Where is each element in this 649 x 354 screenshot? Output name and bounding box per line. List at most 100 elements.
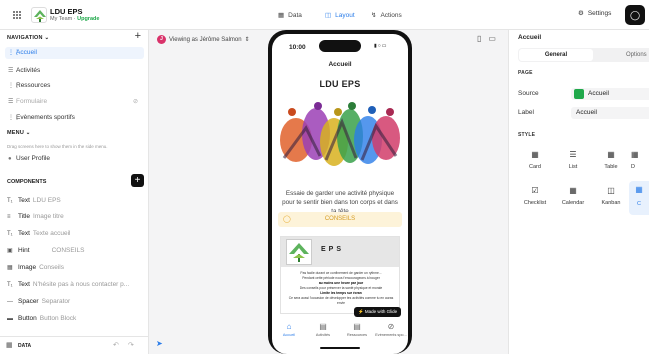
sidebar-item-ressources[interactable]: ⋮⋮ Ressources: [5, 80, 144, 92]
label-label: Label: [518, 109, 534, 116]
component-text[interactable]: T₁ Text N'hésite pas à nous contacter p...: [7, 279, 143, 291]
menu-hint: Drag screens here to show them in the si…: [7, 144, 108, 149]
sidebar-item-label: Formulaire: [16, 98, 48, 105]
source-select[interactable]: Accueil: [571, 88, 649, 100]
style-checklist[interactable]: ☑ Checklist: [517, 186, 553, 206]
component-button[interactable]: ▬ Button Button Block: [7, 313, 143, 325]
dynamic-island: [319, 40, 361, 52]
upgrade-link[interactable]: Upgrade: [77, 16, 99, 22]
component-spacer[interactable]: — Spacer Separator: [7, 296, 143, 308]
eye-off-icon[interactable]: ⊘: [133, 96, 138, 108]
screen-icon: ⋮⋮: [8, 50, 20, 56]
layout-icon: ◫: [325, 12, 332, 19]
tab-data[interactable]: ▦ Data: [278, 9, 302, 21]
phone-tab-evenements[interactable]: ⊘ Evènements spo...: [375, 319, 407, 344]
add-component-button[interactable]: +: [131, 174, 144, 187]
sidebar-item-activites[interactable]: ☰ Activités: [5, 65, 144, 77]
text-icon: T₁: [7, 231, 13, 237]
viewing-as-selector[interactable]: J Viewing as Jérôme Salmon ⇕: [157, 35, 250, 44]
source-value: Accueil: [588, 90, 609, 97]
left-panel: NAVIGATION ⌄ + ⋮⋮ Accueil ☰ Activités ⋮⋮ Re…: [0, 30, 149, 354]
list-icon: ☰: [569, 150, 577, 159]
tab-layout[interactable]: ◫ Layout: [325, 9, 355, 21]
screen-icon: ⋮⋮: [8, 115, 20, 121]
sidebar-item-evenements[interactable]: ⋮⋮ Evènements sportifs: [5, 112, 144, 124]
home-icon: ⌂: [286, 322, 292, 331]
style-custom-selected[interactable]: ▦ C: [629, 181, 649, 215]
list-icon: ☰: [8, 68, 14, 74]
sheet-icon: [574, 89, 584, 99]
text-icon: T₁: [7, 198, 13, 204]
undo-icon[interactable]: ↶: [113, 337, 119, 354]
style-table[interactable]: ▦ Table: [593, 150, 629, 170]
right-panel: Accueil General Options PAGE Source Accu…: [508, 30, 649, 354]
sidebar-item-accueil[interactable]: ⋮⋮ Accueil: [5, 47, 144, 59]
device-switcher: ▯ ▭: [477, 34, 496, 43]
sidebar-item-label: Evènements sportifs: [16, 114, 75, 121]
sports-hero-image[interactable]: [276, 98, 404, 178]
kanban-icon: ◫: [607, 186, 615, 195]
card-eps-title: EPS: [321, 246, 345, 253]
table-icon: ▦: [278, 12, 285, 19]
text-icon: T₁: [7, 282, 13, 288]
phone-tab-ressources[interactable]: ▤ Ressources: [341, 319, 373, 344]
add-screen-button[interactable]: +: [135, 30, 141, 42]
eps-logo: [286, 239, 312, 265]
style-calendar[interactable]: ▦ Calendar: [555, 186, 591, 206]
component-text[interactable]: T₁ Text Texte accueil: [7, 228, 143, 240]
style-card[interactable]: ▦ Card: [517, 150, 553, 170]
navigation-header[interactable]: NAVIGATION ⌄: [7, 35, 49, 41]
phone-tab-activites[interactable]: ▤ Activités: [307, 319, 339, 344]
grid-icon: ▦: [631, 150, 639, 159]
style-kanban[interactable]: ◫ Kanban: [593, 186, 629, 206]
redo-icon[interactable]: ↷: [128, 337, 134, 354]
tablet-device-icon[interactable]: ▭: [488, 34, 496, 43]
component-text[interactable]: T₁ Text LDU EPS: [7, 195, 143, 207]
style-data-grid[interactable]: ▦ D: [631, 150, 649, 170]
card-header: EPS: [281, 237, 399, 267]
component-image[interactable]: ▦ Image Conseils: [7, 262, 143, 274]
label-input[interactable]: Accueil: [571, 107, 649, 119]
document-icon: ▤: [353, 322, 361, 331]
cursor-icon[interactable]: ➤: [156, 339, 163, 348]
app-logo[interactable]: [31, 7, 47, 23]
tab-general[interactable]: General: [519, 49, 593, 61]
book-icon: ▤: [319, 322, 327, 331]
app-name[interactable]: LDU EPS: [50, 7, 83, 16]
component-hint[interactable]: ▣ Hint CONSEILS: [7, 245, 143, 257]
table-icon: ▦: [6, 342, 13, 349]
conseils-image-card[interactable]: EPS Pas facile durant ce confinement de …: [280, 236, 400, 314]
made-with-glide-badge[interactable]: ⚡ Made with Glide: [354, 307, 402, 317]
page-section-title: PAGE: [518, 70, 533, 76]
style-list[interactable]: ☰ List: [555, 150, 591, 170]
tab-actions[interactable]: ↯ Actions: [371, 9, 402, 21]
sidebar-item-formulaire[interactable]: ☰ Formulaire ⊘: [5, 96, 144, 108]
spacer-icon: —: [7, 299, 13, 305]
apps-grid-icon[interactable]: [13, 11, 21, 19]
phone-device-icon[interactable]: ▯: [477, 34, 481, 43]
card-body-text: Pas facile durant ce confinement de gard…: [288, 271, 394, 305]
phone-tab-accueil[interactable]: ⌂ Accueil: [273, 319, 305, 344]
components-header: COMPONENTS: [7, 179, 47, 185]
conseils-hint[interactable]: ◯ CONSEILS: [278, 212, 402, 227]
sidebar-item-label: Ressources: [16, 82, 51, 89]
component-title[interactable]: ≡ Title Image titre: [7, 211, 143, 223]
phone-screen: 10:00 ▮○▭ Accueil LDU EPS Essaie de gard…: [272, 34, 408, 354]
viewing-as-label: Viewing as Jérôme Salmon: [169, 36, 242, 43]
status-time: 10:00: [289, 44, 306, 51]
settings-button[interactable]: ⚙ Settings: [578, 9, 611, 18]
data-bar[interactable]: ▦ DATA ↶ ↷: [0, 336, 148, 354]
menu-header[interactable]: MENU ⌄: [7, 130, 31, 136]
style-section-title: STYLE: [518, 132, 536, 138]
table-icon: ▦: [607, 150, 615, 159]
publish-globe-icon[interactable]: ◯: [625, 5, 645, 25]
sidebar-item-user-profile[interactable]: ● User Profile: [5, 153, 144, 165]
source-label: Source: [518, 90, 539, 97]
tab-layout-label: Layout: [335, 11, 355, 19]
tab-options[interactable]: Options: [626, 49, 647, 61]
top-bar: LDU EPS My Team · Upgrade ▦ Data ◫ Layout …: [0, 0, 649, 30]
screen-title[interactable]: LDU EPS: [272, 79, 408, 89]
user-icon: ●: [8, 156, 12, 162]
tab-data-label: Data: [288, 11, 302, 19]
hint-icon: ▣: [7, 248, 13, 254]
